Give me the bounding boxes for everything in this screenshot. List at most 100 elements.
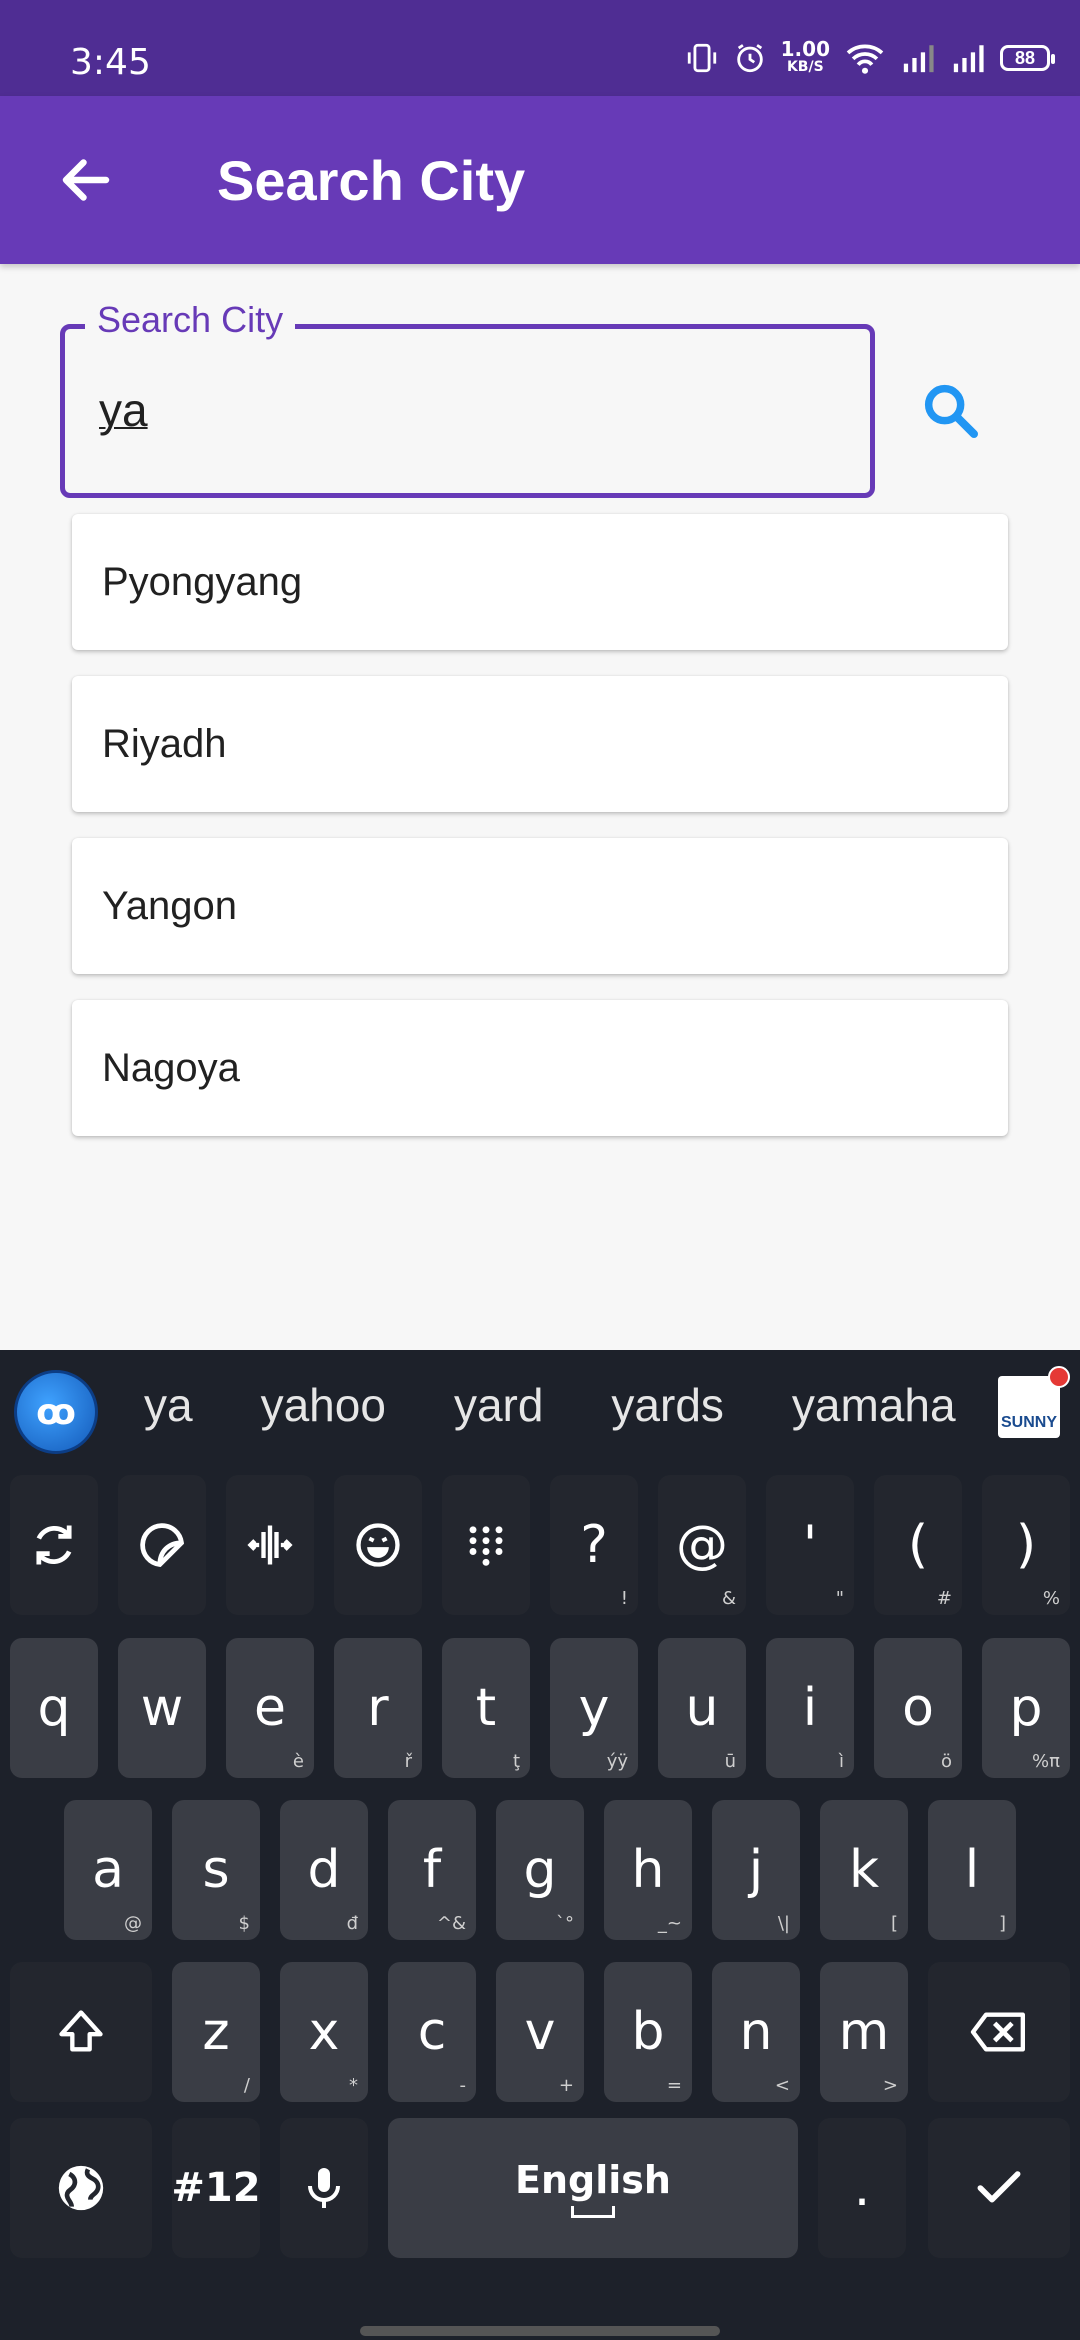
key-secondary-label: `° [556, 1913, 574, 1934]
key-secondary-label: \| [777, 1913, 790, 1934]
symbol-key[interactable]: @ & [658, 1475, 746, 1615]
key-y[interactable]: y ýÿ [550, 1638, 638, 1778]
search-input[interactable]: Search City ya [60, 299, 875, 498]
key-o[interactable]: oö [874, 1638, 962, 1778]
city-result-item[interactable]: Yangon [72, 838, 1008, 974]
key-z[interactable]: z / [172, 1962, 260, 2102]
key-j[interactable]: j \| [712, 1800, 800, 1940]
symbol-key[interactable]: )% [982, 1475, 1070, 1615]
key-label: c [417, 2002, 447, 2062]
key-w[interactable]: w [118, 1638, 206, 1778]
backspace-key[interactable] [928, 1962, 1070, 2102]
space-key[interactable]: English [388, 2118, 798, 2258]
key-f[interactable]: f ^& [388, 1800, 476, 1940]
key-secondary-label: * [349, 2075, 358, 2096]
key-secondary-label: / [243, 2075, 250, 2096]
search-icon [924, 384, 978, 438]
key-label: ) [1015, 1515, 1037, 1575]
key-secondary-label: & [721, 1588, 736, 1609]
suggestion-item[interactable]: yahoo [227, 1378, 420, 1432]
key-secondary-label: - [459, 2075, 467, 2096]
city-result-item[interactable]: Nagoya [72, 1000, 1008, 1136]
key-secondary-label: ^& [436, 1913, 466, 1934]
microphone-icon [300, 2162, 348, 2214]
key-secondary-label: > [882, 2075, 898, 2096]
numbers-key[interactable]: #12 [171, 2118, 261, 2258]
key-n[interactable]: n < [712, 1962, 800, 2102]
key-label: e [254, 1678, 286, 1738]
keyboard-logo-icon[interactable]: ꝏ [14, 1370, 98, 1454]
key-l[interactable]: l] [928, 1800, 1016, 1940]
suggestion-item[interactable]: yard [420, 1378, 577, 1432]
key-secondary-label: ţ [512, 1751, 520, 1772]
key-secondary-label: [ [890, 1913, 898, 1934]
suggestion-item[interactable]: yamaha [758, 1378, 980, 1432]
search-input-value[interactable]: ya [99, 383, 148, 437]
key-h[interactable]: h _~ [604, 1800, 692, 1940]
back-button[interactable] [44, 138, 128, 222]
status-time: 3:45 [70, 42, 151, 83]
key-secondary-label: è [292, 1751, 304, 1772]
key-k[interactable]: k[ [820, 1800, 908, 1940]
key-label: English [515, 2158, 671, 2202]
key-x[interactable]: x * [280, 1962, 368, 2102]
key-label: t [475, 1678, 497, 1738]
key-v[interactable]: v + [496, 1962, 584, 2102]
key-g[interactable]: g `° [496, 1800, 584, 1940]
key-i[interactable]: iì [766, 1638, 854, 1778]
tool-key-emoji-icon[interactable] [334, 1475, 422, 1615]
wifi-icon [846, 44, 884, 74]
symbol-key[interactable]: ' " [766, 1475, 854, 1615]
suggestion-item[interactable]: yards [577, 1378, 757, 1432]
key-s[interactable]: s $ [172, 1800, 260, 1940]
city-result-item[interactable]: Pyongyang [72, 514, 1008, 650]
key-r[interactable]: rř [334, 1638, 422, 1778]
backspace-icon [967, 2006, 1031, 2058]
key-secondary-label: ì [838, 1751, 844, 1772]
vibrate-icon [687, 43, 716, 73]
key-label: o [902, 1678, 934, 1738]
sticker-icon [136, 1519, 188, 1571]
tool-key-sticker-icon[interactable] [118, 1475, 206, 1615]
key-secondary-label: ] [998, 1913, 1006, 1934]
symbol-key[interactable]: (# [874, 1475, 962, 1615]
soft-keyboard: ꝏ ya yahoo yard yards yamaha SUNNY ?! @ & '… [0, 1350, 1080, 2340]
enter-key[interactable] [928, 2118, 1070, 2258]
tool-key-numpad-icon[interactable] [442, 1475, 530, 1615]
key-label: y [578, 1678, 610, 1738]
key-label: p [1009, 1678, 1043, 1738]
key-label: s [202, 1840, 230, 1900]
shift-key[interactable] [10, 1962, 152, 2102]
key-d[interactable]: dđ [280, 1800, 368, 1940]
key-m[interactable]: m > [820, 1962, 908, 2102]
microphone-key[interactable] [280, 2118, 368, 2258]
key-label: f [422, 1840, 442, 1900]
key-e[interactable]: eè [226, 1638, 314, 1778]
suggestion-list: ya yahoo yard yards yamaha [110, 1378, 980, 1432]
tool-key-sync-icon[interactable] [10, 1475, 98, 1615]
key-secondary-label: < [774, 2075, 790, 2096]
key-q[interactable]: q [10, 1638, 98, 1778]
key-a[interactable]: a @ [64, 1800, 152, 1940]
key-p[interactable]: p %π [982, 1638, 1070, 1778]
key-label: h [631, 1840, 665, 1900]
key-u[interactable]: uū [658, 1638, 746, 1778]
key-c[interactable]: c- [388, 1962, 476, 2102]
period-key[interactable]: . [818, 2118, 906, 2258]
language-key[interactable] [10, 2118, 152, 2258]
suggestion-item[interactable]: ya [110, 1378, 227, 1432]
key-label: d [307, 1840, 341, 1900]
symbol-key[interactable]: ?! [550, 1475, 638, 1615]
home-indicator[interactable] [360, 2326, 720, 2336]
search-button[interactable] [908, 368, 992, 452]
key-secondary-label: _~ [657, 1913, 682, 1934]
app-bar: Search City [0, 96, 1080, 264]
key-secondary-label: = [666, 2075, 682, 2096]
key-t[interactable]: tţ [442, 1638, 530, 1778]
sunny-badge[interactable]: SUNNY [998, 1376, 1060, 1438]
city-result-item[interactable]: Riyadh [72, 676, 1008, 812]
key-label: @ [676, 1515, 728, 1575]
key-b[interactable]: b = [604, 1962, 692, 2102]
tool-key-cursor-move-icon[interactable] [226, 1475, 314, 1615]
net-speed-value: 1.00 [780, 37, 830, 61]
